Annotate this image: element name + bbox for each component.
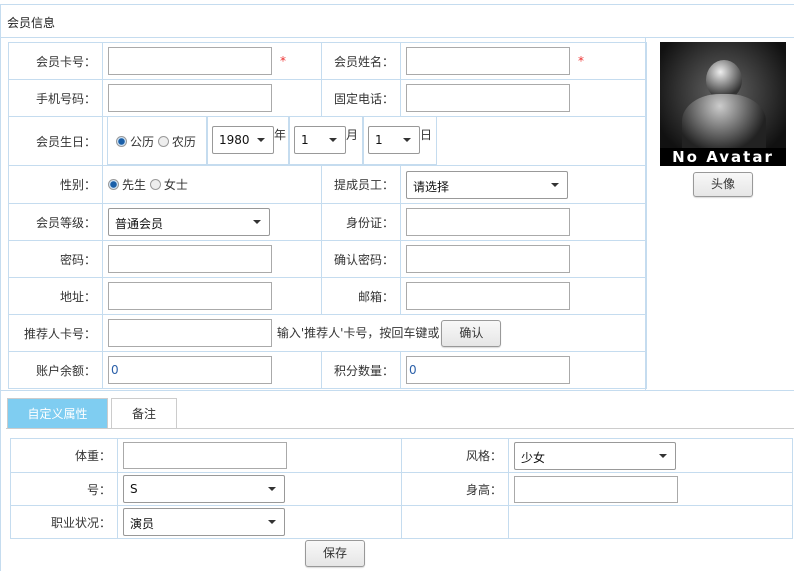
chevron-down-icon <box>268 487 276 491</box>
female-radio[interactable]: 女士 <box>149 178 188 192</box>
id-card-label: 身份证： <box>321 203 401 241</box>
job-select[interactable]: 演员 <box>123 508 285 536</box>
password-input[interactable] <box>108 245 272 273</box>
name-input[interactable] <box>406 47 570 75</box>
chevron-down-icon <box>551 182 559 187</box>
tab-custom-attributes[interactable]: 自定义属性 <box>7 398 108 428</box>
lunar-radio[interactable]: 农历 <box>157 135 196 149</box>
style-label: 风格： <box>401 438 509 473</box>
weight-input[interactable] <box>123 442 287 469</box>
custom-attributes-table: 体重： 风格： 少女 号： S 身高： 职业状况： 演员 <box>10 438 793 539</box>
month-cell: 1月 <box>289 117 363 165</box>
mobile-label: 手机号码： <box>8 79 103 117</box>
points-input[interactable]: 0 <box>406 356 570 384</box>
size-value: S <box>130 482 138 496</box>
card-no-input[interactable] <box>108 47 272 75</box>
empty-cell <box>508 505 793 539</box>
address-input[interactable] <box>108 282 272 310</box>
chevron-down-icon <box>257 138 265 142</box>
empty-cell <box>401 505 509 539</box>
month-select[interactable]: 1 <box>294 126 346 154</box>
tab-divider <box>6 428 794 429</box>
avatar-body-icon <box>682 94 766 154</box>
size-label: 号： <box>10 472 118 506</box>
year-value: 1980 <box>219 133 250 147</box>
gender-label: 性别： <box>8 165 103 204</box>
chevron-down-icon <box>659 453 667 458</box>
size-select[interactable]: S <box>123 475 285 503</box>
section-title: 会员信息 <box>7 16 56 30</box>
birthday-label: 会员生日： <box>8 116 103 166</box>
phone-input[interactable] <box>406 84 570 112</box>
save-button[interactable]: 保存 <box>305 540 365 567</box>
day-cell: 1日 <box>363 117 437 165</box>
confirm-password-label: 确认密码： <box>321 240 401 278</box>
chevron-down-icon <box>329 138 337 142</box>
referrer-input[interactable] <box>108 319 272 347</box>
member-info-table: 会员卡号： * 会员姓名： * 手机号码： 固定电话： 会员生日： 公历 农历 … <box>8 42 647 389</box>
email-input[interactable] <box>406 282 570 310</box>
email-label: 邮箱： <box>321 277 401 315</box>
lunar-label: 农历 <box>171 135 196 149</box>
style-select[interactable]: 少女 <box>514 441 676 470</box>
radio-checked-icon <box>116 136 127 147</box>
level-value: 普通会员 <box>115 217 164 231</box>
name-label: 会员姓名： <box>321 42 401 80</box>
radio-unchecked-icon <box>157 136 169 147</box>
required-mark: * <box>578 53 584 68</box>
password-label: 密码： <box>8 240 103 278</box>
weight-label: 体重： <box>10 438 118 473</box>
level-select[interactable]: 普通会员 <box>108 208 270 236</box>
style-value: 少女 <box>521 450 546 465</box>
height-label: 身高： <box>401 472 509 506</box>
balance-label: 账户余额： <box>8 351 103 389</box>
chevron-down-icon <box>253 220 261 224</box>
address-label: 地址： <box>8 277 103 315</box>
radio-checked-icon <box>108 179 119 190</box>
required-mark: * <box>280 53 286 68</box>
chevron-down-icon <box>403 138 411 142</box>
job-value: 演员 <box>130 517 155 531</box>
year-cell: 1980 年 <box>207 117 289 165</box>
staff-select[interactable]: 请选择 <box>406 170 568 199</box>
year-select[interactable]: 1980 <box>212 126 274 154</box>
height-input[interactable] <box>514 475 678 503</box>
staff-label: 提成员工： <box>321 165 401 204</box>
section-header: 会员信息 <box>0 4 794 38</box>
points-label: 积分数量： <box>321 351 401 389</box>
male-radio[interactable]: 先生 <box>108 178 146 192</box>
balance-input[interactable]: 0 <box>108 356 272 384</box>
confirm-referrer-button[interactable]: 确认 <box>441 319 502 347</box>
avatar-image: No Avatar <box>660 42 786 166</box>
radio-unchecked-icon <box>149 179 161 190</box>
phone-label: 固定电话： <box>321 79 401 117</box>
avatar-button[interactable]: 头像 <box>693 172 753 197</box>
mobile-input[interactable] <box>108 84 272 112</box>
female-label: 女士 <box>163 178 188 192</box>
solar-label: 公历 <box>130 135 155 149</box>
day-value: 1 <box>375 133 383 147</box>
month-value: 1 <box>301 133 309 147</box>
referrer-label: 推荐人卡号： <box>8 314 103 352</box>
year-unit: 年 <box>274 128 287 142</box>
month-unit: 月 <box>346 128 359 142</box>
job-label: 职业状况： <box>10 505 118 539</box>
calendar-type-group: 公历 农历 <box>107 117 207 165</box>
divider <box>0 390 794 391</box>
tab-notes[interactable]: 备注 <box>111 398 177 428</box>
divider <box>0 38 1 571</box>
solar-radio[interactable]: 公历 <box>116 135 154 149</box>
chevron-down-icon <box>268 520 276 524</box>
level-label: 会员等级： <box>8 203 103 241</box>
day-select[interactable]: 1 <box>368 126 420 154</box>
card-no-label: 会员卡号： <box>8 42 103 80</box>
staff-value: 请选择 <box>413 179 450 194</box>
male-label: 先生 <box>122 178 147 192</box>
id-card-input[interactable] <box>406 208 570 236</box>
day-unit: 日 <box>420 128 433 142</box>
referrer-hint: 输入'推荐人'卡号，按回车键或 <box>276 325 440 340</box>
confirm-password-input[interactable] <box>406 245 570 273</box>
avatar-caption: No Avatar <box>660 148 786 166</box>
